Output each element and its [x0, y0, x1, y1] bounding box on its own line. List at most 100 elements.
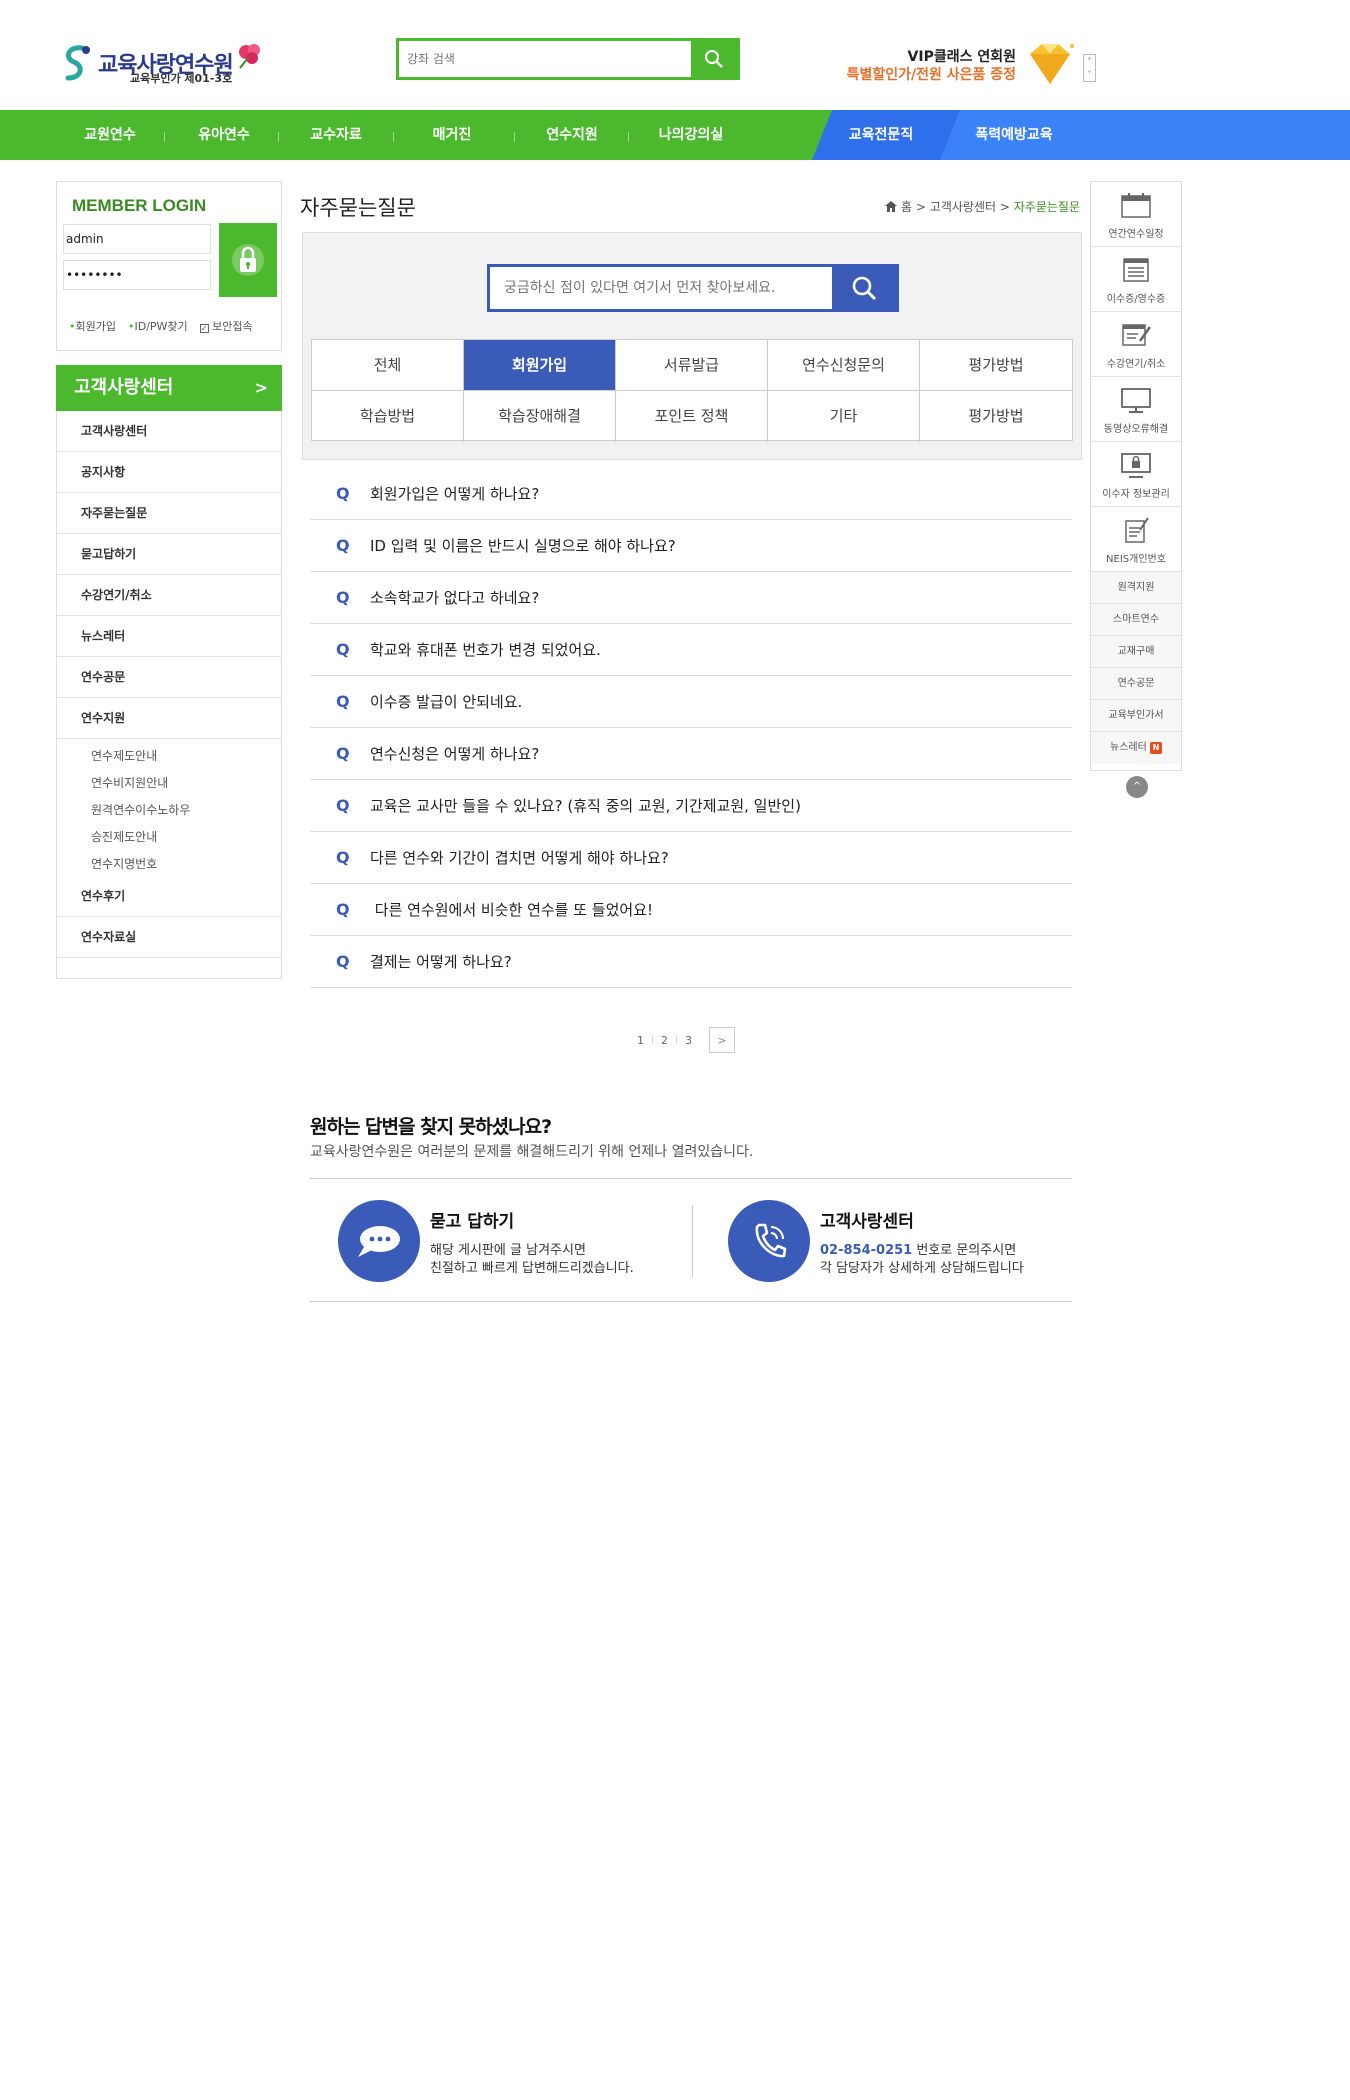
diamond-icon: [1030, 44, 1074, 84]
vip-banner[interactable]: VIP클래스 연회원 특별할인가/전원 사은품 증정 ˄ ˅: [836, 40, 1096, 90]
cs-phone-number[interactable]: 02-854-0251: [820, 1243, 912, 1258]
sidebar-item-cs-center[interactable]: 고객사랑센터: [57, 411, 281, 452]
sidebar-item-qna[interactable]: 묻고답하기: [57, 534, 281, 575]
cs-center-header[interactable]: 고객사랑센터 >: [56, 365, 282, 411]
tab-all[interactable]: 전체: [312, 340, 464, 391]
nav-item-teacher[interactable]: 교원연수: [70, 110, 150, 160]
faq-item[interactable]: Q 교육은 교사만 들을 수 있나요? (휴직 중의 교원, 기간제교원, 일반인…: [310, 780, 1072, 832]
tab-membership[interactable]: 회원가입: [464, 340, 616, 391]
tab-etc[interactable]: 기타: [768, 391, 920, 442]
sidebar-item-newsletter[interactable]: 뉴스레터: [57, 616, 281, 657]
q-mark: Q: [336, 796, 350, 815]
quick-item-video-error[interactable]: 동영상오류해결: [1091, 377, 1181, 442]
tab-evaluation[interactable]: 평가방법: [920, 340, 1072, 391]
breadcrumb: 홈 > 고객사랑센터 > 자주묻는질문: [885, 198, 1080, 215]
sidebar-subitem[interactable]: 연수제도안내: [91, 747, 157, 764]
tab-point-policy[interactable]: 포인트 정책: [616, 391, 768, 442]
faq-item[interactable]: Q ID 입력 및 이름은 반드시 실명으로 해야 하나요?: [310, 520, 1072, 572]
login-password-field[interactable]: ••••••••: [63, 260, 211, 290]
course-search-button[interactable]: [691, 41, 737, 77]
help-title: 원하는 답변을 찾지 못하셨나요?: [310, 1116, 552, 1138]
next-page-button[interactable]: >: [709, 1027, 736, 1053]
nav-item-early-childhood[interactable]: 유아연수: [184, 110, 264, 160]
q-mark: Q: [336, 640, 350, 659]
scroll-top-button[interactable]: ^: [1126, 776, 1148, 798]
quick-item-neis[interactable]: NEIS개인번호: [1091, 507, 1181, 572]
sidebar-item-training-support[interactable]: 연수지원: [57, 698, 281, 739]
nav-item-specialist[interactable]: 교육전문직: [836, 110, 926, 160]
qna-desc-1: 해당 게시판에 글 남겨주시면: [430, 1243, 586, 1258]
quick-item-smart-training[interactable]: 스마트연수: [1091, 604, 1181, 636]
nav-divider: [628, 132, 629, 142]
breadcrumb-level1[interactable]: 고객사랑센터: [930, 200, 996, 214]
faq-item[interactable]: Q 결제는 어떻게 하나요?: [310, 936, 1072, 988]
qna-circle[interactable]: [338, 1200, 420, 1282]
faq-search-button[interactable]: [832, 267, 896, 309]
divider: [692, 1205, 693, 1277]
sidebar-subitem[interactable]: 원격연수이수노하우: [91, 801, 190, 818]
login-button[interactable]: [219, 223, 277, 297]
nav-item-support[interactable]: 연수지원: [532, 110, 612, 160]
sidebar-item-reviews[interactable]: 연수후기: [57, 876, 281, 917]
banner-scroll-arrows[interactable]: ˄ ˅: [1083, 54, 1096, 82]
faq-item[interactable]: Q 이수증 발급이 안되네요.: [310, 676, 1072, 728]
cs-sidebar-menu: 고객사랑센터 공지사항 자주묻는질문 묻고답하기 수강연기/취소 뉴스레터 연수…: [56, 411, 282, 979]
secure-login-checkbox[interactable]: ✓ 보안접속: [199, 318, 253, 334]
tab-evaluation-2[interactable]: 평가방법: [920, 391, 1072, 442]
nav-item-my-classroom[interactable]: 나의강의실: [646, 110, 736, 160]
sidebar-item-official-docs[interactable]: 연수공문: [57, 657, 281, 698]
quick-item-accreditation[interactable]: 교육부인가서: [1091, 700, 1181, 732]
faq-question: 회원가입은 어떻게 하나요?: [370, 485, 540, 503]
quick-item-buy-book[interactable]: 교재구매: [1091, 636, 1181, 668]
faq-question: 다른 연수원에서 비슷한 연수를 또 들었어요!: [370, 901, 654, 919]
faq-item[interactable]: Q 소속학교가 없다고 하네요?: [310, 572, 1072, 624]
quick-item-newsletter[interactable]: 뉴스레터 N: [1091, 732, 1181, 764]
faq-question: 학교와 휴대폰 번호가 변경 되었어요.: [370, 641, 601, 659]
nav-item-violence-prevention[interactable]: 폭력예방교육: [964, 110, 1064, 160]
nav-item-magazine[interactable]: 매거진: [412, 110, 492, 160]
sidebar-item-resources[interactable]: 연수자료실: [57, 917, 281, 958]
q-mark: Q: [336, 848, 350, 867]
tab-study-method[interactable]: 학습방법: [312, 391, 464, 442]
sidebar-subitem[interactable]: 연수비지원안내: [91, 774, 168, 791]
login-title: MEMBER LOGIN: [72, 196, 207, 215]
quick-item-certificate[interactable]: 이수증/영수증: [1091, 247, 1181, 312]
document-list-icon: [1123, 258, 1149, 282]
quick-item-schedule[interactable]: 연간연수일정: [1091, 182, 1181, 247]
tab-application[interactable]: 연수신청문의: [768, 340, 920, 391]
nav-item-materials[interactable]: 교수자료: [296, 110, 376, 160]
faq-question: 다른 연수와 기간이 겹치면 어떻게 해야 하나요?: [370, 849, 669, 867]
sidebar-item-postpone[interactable]: 수강연기/취소: [57, 575, 281, 616]
course-search-box: [396, 38, 740, 80]
find-id-pw-link[interactable]: •ID/PW찾기: [128, 318, 188, 334]
sidebar-subitem[interactable]: 연수지명번호: [91, 855, 157, 872]
faq-item[interactable]: Q 연수신청은 어떻게 하나요?: [310, 728, 1072, 780]
faq-search-input[interactable]: [490, 267, 832, 309]
cs-phone-circle[interactable]: [728, 1200, 810, 1282]
sidebar-subitem[interactable]: 승진제도안내: [91, 828, 157, 845]
course-search-input[interactable]: [399, 41, 691, 77]
monitor-icon: [1121, 388, 1151, 413]
join-link[interactable]: •회원가입: [69, 318, 116, 334]
faq-item[interactable]: Q 다른 연수원에서 비슷한 연수를 또 들었어요!: [310, 884, 1072, 936]
faq-item[interactable]: Q 회원가입은 어떻게 하나요?: [310, 468, 1072, 520]
quick-item-info-manage[interactable]: 이수자 정보관리: [1091, 442, 1181, 507]
page-link[interactable]: 3: [678, 1034, 699, 1047]
page-link[interactable]: 1: [630, 1034, 651, 1047]
faq-item[interactable]: Q 학교와 휴대폰 번호가 변경 되었어요.: [310, 624, 1072, 676]
quick-item-remote-support[interactable]: 원격지원: [1091, 572, 1181, 604]
quick-item-postpone[interactable]: 수강연기/취소: [1091, 312, 1181, 377]
page-link[interactable]: 2: [654, 1034, 675, 1047]
sidebar-item-faq[interactable]: 자주묻는질문: [57, 493, 281, 534]
breadcrumb-home[interactable]: 홈: [901, 200, 912, 214]
quick-item-official-docs[interactable]: 연수공문: [1091, 668, 1181, 700]
tab-documents[interactable]: 서류발급: [616, 340, 768, 391]
search-icon: [852, 276, 877, 301]
tab-troubleshooting[interactable]: 학습장애해결: [464, 391, 616, 442]
qna-title[interactable]: 묻고 답하기: [430, 1207, 514, 1232]
faq-item[interactable]: Q 다른 연수와 기간이 겹치면 어떻게 해야 하나요?: [310, 832, 1072, 884]
nav-divider: [393, 132, 394, 142]
login-id-field[interactable]: admin: [63, 224, 211, 254]
faq-category-tabs: 전체 회원가입 서류발급 연수신청문의 평가방법 학습방법 학습장애해결 포인트…: [311, 339, 1073, 442]
sidebar-item-notice[interactable]: 공지사항: [57, 452, 281, 493]
